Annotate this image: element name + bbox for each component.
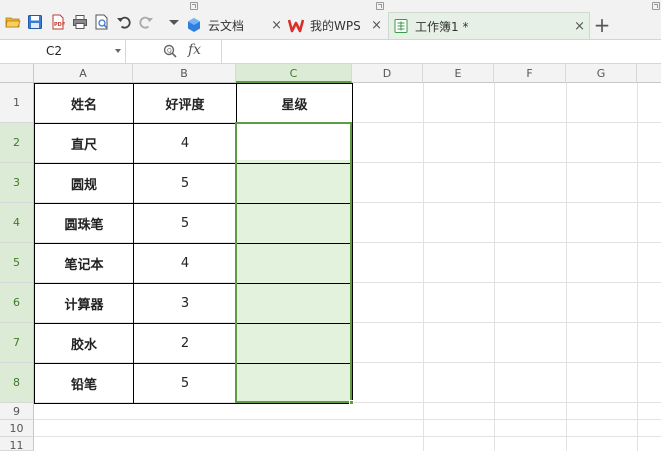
name-box-value: C2 [46,44,63,58]
cell-b7[interactable]: 2 [133,323,237,364]
tab-label: 我的WPS [310,18,361,33]
selection-border [235,122,352,403]
cell-b2[interactable]: 4 [133,123,237,164]
tab-cloud-docs[interactable]: 云文档 × [186,12,286,38]
cell-b5[interactable]: 4 [133,243,237,284]
workbook-icon [393,18,409,34]
wps-logo-icon [288,17,304,33]
gridline [34,419,661,420]
zoom-formula-icon[interactable]: Q [162,43,178,59]
select-all-corner[interactable] [0,64,34,83]
row-header-6[interactable]: 6 [0,283,34,323]
column-header-c[interactable]: C [236,64,352,83]
pin-icon[interactable] [376,2,384,10]
gridline [637,83,638,451]
print-preview-icon[interactable] [94,14,110,30]
new-tab-button[interactable]: + [592,12,612,38]
dropdown-icon[interactable] [166,14,182,30]
column-header-b[interactable]: B [133,64,236,83]
column-header-h[interactable] [637,64,661,83]
column-header-d[interactable]: D [352,64,423,83]
cloud-docs-icon [186,17,202,33]
cell-b8[interactable]: 5 [133,363,237,404]
cell-a5[interactable]: 笔记本 [34,243,134,284]
cell-a6[interactable]: 计算器 [34,283,134,324]
cell-b6[interactable]: 3 [133,283,237,324]
name-box[interactable]: C2 [0,40,126,63]
pin-icon[interactable] [652,2,660,10]
svg-text:PDF: PDF [54,22,65,28]
row-header-7[interactable]: 7 [0,323,34,363]
cell-a2[interactable]: 直尺 [34,123,134,164]
formula-tools: Q fx [126,40,222,63]
print-icon[interactable] [72,14,88,30]
row-header-4[interactable]: 4 [0,203,34,243]
cell-b1[interactable]: 好评度 [133,83,237,124]
fx-icon[interactable]: fx [188,42,201,58]
pdf-export-icon[interactable]: PDF [50,14,66,30]
row-header-1[interactable]: 1 [0,83,34,123]
fill-handle[interactable] [349,400,354,405]
svg-text:Q: Q [167,48,172,55]
close-icon[interactable]: × [371,18,382,33]
title-bar: PDF 云文档 × 我的WPS × 工作簿1 * × + [0,0,661,40]
open-folder-icon[interactable] [5,14,21,30]
redo-icon[interactable] [138,14,154,30]
row-header-5[interactable]: 5 [0,243,34,283]
cell-a4[interactable]: 圆珠笔 [34,203,134,244]
cell-b4[interactable]: 5 [133,203,237,244]
column-header-e[interactable]: E [423,64,494,83]
save-icon[interactable] [27,14,43,30]
cell-b3[interactable]: 5 [133,163,237,204]
close-icon[interactable]: × [271,18,282,33]
tab-label: 云文档 [208,18,245,33]
row-header-11[interactable]: 11 [0,437,34,452]
row-header-10[interactable]: 10 [0,420,34,437]
row-header-9[interactable]: 9 [0,403,34,420]
cell-a8[interactable]: 铅笔 [34,363,134,404]
row-header-2[interactable]: 2 [0,123,34,163]
formula-bar: C2 Q fx [0,40,661,64]
pin-icon[interactable] [190,2,198,10]
column-header-f[interactable]: F [494,64,566,83]
tab-my-wps[interactable]: 我的WPS × [288,12,386,38]
gridline [494,83,495,451]
close-icon[interactable]: × [574,19,585,34]
gridline [566,83,567,451]
cell-a7[interactable]: 胶水 [34,323,134,364]
gridline [34,436,661,437]
name-box-dropdown-icon[interactable] [115,49,121,53]
column-header-a[interactable]: A [34,64,133,83]
cell-a1[interactable]: 姓名 [34,83,134,124]
row-header-8[interactable]: 8 [0,363,34,403]
gridline [423,83,424,451]
cell-c1[interactable]: 星级 [236,83,353,124]
undo-icon[interactable] [116,14,132,30]
tab-workbook1[interactable]: 工作簿1 * × [388,12,590,39]
tab-label: 工作簿1 * [415,19,469,34]
cell-a3[interactable]: 圆规 [34,163,134,204]
formula-input[interactable] [222,40,661,63]
row-header-3[interactable]: 3 [0,163,34,203]
column-header-g[interactable]: G [566,64,637,83]
